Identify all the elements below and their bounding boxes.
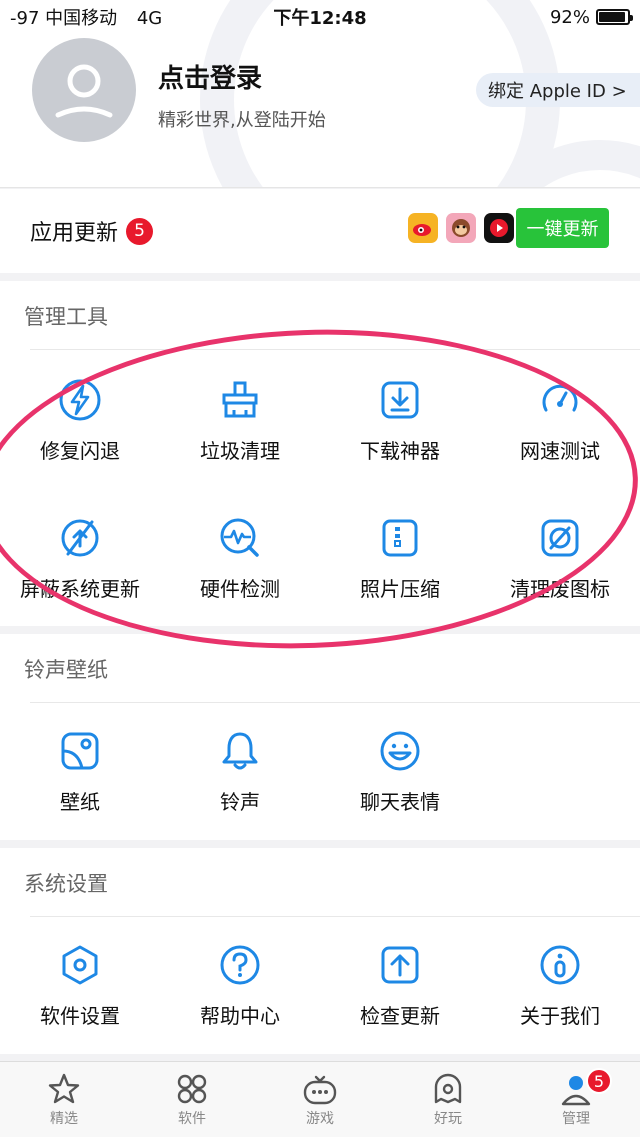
tab-label: 管理: [562, 1111, 590, 1127]
tool-check-update[interactable]: 检查更新: [320, 942, 480, 1029]
tab-label: 软件: [178, 1111, 206, 1127]
tool-junk-clean[interactable]: 垃圾清理: [160, 377, 320, 464]
smiley-icon: [377, 728, 423, 774]
ghost-icon: [434, 1073, 462, 1104]
tool-label: 下载神器: [360, 439, 440, 463]
brush-icon: [217, 377, 263, 423]
status-bar: -97 中国移动 4G 下午12:48 92%: [0, 0, 640, 34]
update-all-button[interactable]: 一键更新: [516, 208, 609, 248]
manage-tools-title: 管理工具: [24, 305, 108, 329]
tool-label: 硬件检测: [200, 577, 280, 601]
tool-hardware-check[interactable]: 硬件检测: [160, 515, 320, 602]
video-app-icon: [484, 213, 514, 243]
clean-icon: [537, 515, 583, 561]
system-settings-section: 系统设置 软件设置 帮助中心 检查更新 关于我们: [0, 848, 640, 1054]
tool-about-us[interactable]: 关于我们: [480, 942, 640, 1029]
wallpaper-icon: [57, 728, 103, 774]
tab-games[interactable]: 游戏: [256, 1062, 384, 1137]
tab-bar: 精选 软件 游戏 好玩 管理 5: [0, 1061, 640, 1137]
network-type: 4G: [136, 8, 163, 29]
carrier-info: -97 中国移动 4G: [10, 4, 162, 30]
star-icon: [48, 1073, 80, 1104]
avatar[interactable]: [32, 38, 136, 142]
settings-hexagon-icon: [57, 942, 103, 988]
manage-tab-badge: 5: [586, 1068, 612, 1094]
tab-label: 游戏: [306, 1111, 334, 1127]
section-divider: [30, 702, 640, 703]
tool-fix-crash[interactable]: 修复闪退: [0, 377, 160, 464]
app-update-label: 应用更新: [30, 221, 119, 246]
login-title[interactable]: 点击登录: [158, 58, 262, 95]
ringtone-wallpaper-section: 铃声壁纸 壁纸 铃声 聊天表情: [0, 634, 640, 840]
section-title: 管理工具: [0, 281, 640, 351]
tool-label: 网速测试: [520, 439, 600, 463]
tool-software-settings[interactable]: 软件设置: [0, 942, 160, 1029]
info-icon: [537, 942, 583, 988]
tool-label: 检查更新: [360, 1004, 440, 1028]
tab-software[interactable]: 软件: [128, 1062, 256, 1137]
weibo-app-icon: [408, 213, 438, 243]
tool-block-update[interactable]: 屏蔽系统更新: [0, 515, 160, 602]
tool-label: 垃圾清理: [200, 439, 280, 463]
tab-fun[interactable]: 好玩: [384, 1062, 512, 1137]
update-count-badge: 5: [126, 217, 154, 245]
tab-featured[interactable]: 精选: [0, 1062, 128, 1137]
speedometer-icon: [537, 377, 583, 423]
block-update-icon: [57, 515, 103, 561]
tool-label: 照片压缩: [360, 577, 440, 601]
battery-icon: [596, 9, 633, 25]
tool-label: 帮助中心: [200, 1004, 280, 1028]
tool-help-center[interactable]: 帮助中心: [160, 942, 320, 1029]
tool-label: 修复闪退: [40, 439, 120, 463]
tab-manage[interactable]: 管理 5: [512, 1062, 640, 1137]
tool-label: 清理废图标: [510, 577, 610, 601]
bind-apple-id-button[interactable]: 绑定 Apple ID >: [476, 73, 640, 107]
tab-label: 好玩: [434, 1111, 462, 1127]
tool-label: 软件设置: [40, 1004, 120, 1028]
section-divider: [30, 349, 640, 350]
login-subtitle: 精彩世界,从登陆开始: [158, 110, 326, 131]
tool-label: 聊天表情: [360, 790, 440, 814]
tool-wallpaper[interactable]: 壁纸: [0, 728, 160, 815]
monkey-app-icon: [446, 213, 476, 243]
bell-icon: [217, 728, 263, 774]
tool-label: 壁纸: [60, 790, 100, 814]
section-title: 系统设置: [0, 848, 640, 918]
tool-chat-emoji[interactable]: 聊天表情: [320, 728, 480, 815]
game-robot-icon: [303, 1075, 337, 1105]
tool-label: 铃声: [220, 790, 260, 814]
tool-clean-icons[interactable]: 清理废图标: [480, 515, 640, 602]
tool-label: 关于我们: [520, 1004, 600, 1028]
battery: 92%: [549, 6, 633, 28]
photo-compress-icon: [377, 515, 423, 561]
update-app-icons: [408, 213, 514, 243]
manage-tools-section: 管理工具 修复闪退 垃圾清理 下载神器 网速测试 屏蔽系统更新 硬件检测 照片压…: [0, 281, 640, 626]
battery-percent: 92%: [549, 6, 590, 28]
carrier: -97 中国移动: [10, 8, 118, 29]
hardware-check-icon: [217, 515, 263, 561]
user-placeholder-icon: [55, 64, 113, 118]
tab-label: 精选: [50, 1111, 78, 1127]
tool-photo-compress[interactable]: 照片压缩: [320, 515, 480, 602]
tool-label: 屏蔽系统更新: [20, 577, 140, 601]
tool-download[interactable]: 下载神器: [320, 377, 480, 464]
apps-grid-icon: [177, 1074, 207, 1104]
ringtone-wallpaper-title: 铃声壁纸: [24, 658, 108, 682]
help-icon: [217, 942, 263, 988]
tool-ringtone[interactable]: 铃声: [160, 728, 320, 815]
app-update-row[interactable]: 应用更新 5 一键更新: [0, 189, 640, 273]
system-settings-title: 系统设置: [24, 872, 108, 896]
check-update-icon: [377, 942, 423, 988]
section-divider: [30, 916, 640, 917]
tool-speed-test[interactable]: 网速测试: [480, 377, 640, 464]
download-icon: [377, 377, 423, 423]
section-title: 铃声壁纸: [0, 634, 640, 704]
lightning-icon: [57, 377, 103, 423]
